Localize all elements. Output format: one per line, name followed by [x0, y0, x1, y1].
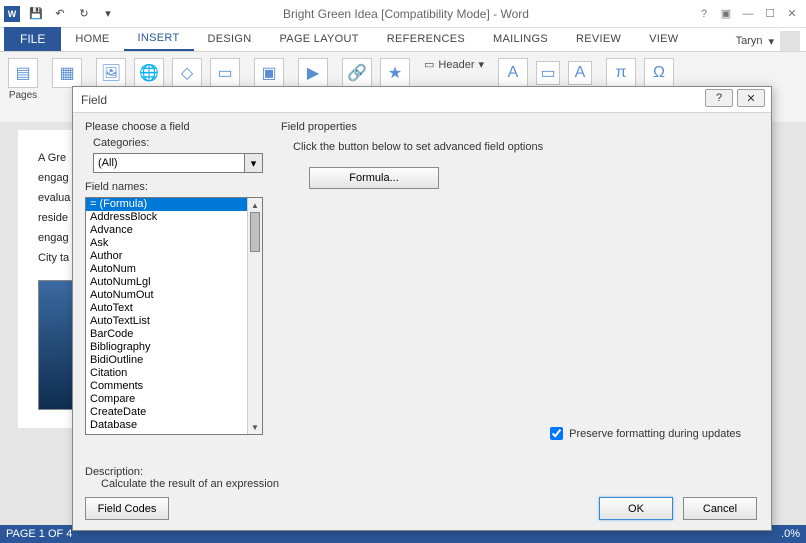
- apps-icon[interactable]: ▣: [254, 58, 284, 88]
- tab-page-layout[interactable]: PAGE LAYOUT: [265, 27, 372, 51]
- list-item[interactable]: AutoNumOut: [86, 289, 247, 302]
- close-icon[interactable]: ✕: [782, 4, 802, 24]
- word-app-icon: W: [4, 6, 20, 22]
- smartart-icon[interactable]: ▭: [210, 58, 240, 88]
- online-pictures-icon[interactable]: 🌐: [134, 58, 164, 88]
- list-item[interactable]: Citation: [86, 367, 247, 380]
- list-item[interactable]: Ask: [86, 237, 247, 250]
- list-item[interactable]: Database: [86, 419, 247, 432]
- preserve-formatting-label: Preserve formatting during updates: [569, 428, 741, 440]
- tab-file[interactable]: FILE: [4, 27, 61, 51]
- save-icon[interactable]: 💾: [26, 4, 46, 24]
- chevron-down-icon[interactable]: ▾: [244, 154, 262, 172]
- preserve-formatting-row: Preserve formatting during updates: [550, 427, 741, 440]
- user-area[interactable]: Taryn ▾: [736, 31, 806, 51]
- wordart-icon[interactable]: A: [568, 61, 592, 85]
- dialog-close-icon[interactable]: ✕: [737, 89, 765, 107]
- list-item[interactable]: AutoTextList: [86, 315, 247, 328]
- title-bar: W 💾 ↶ ↻ ▾ Bright Green Idea [Compatibili…: [0, 0, 806, 28]
- header-footer-group: ▭ Header ▾: [424, 58, 484, 71]
- tab-design[interactable]: DESIGN: [194, 27, 266, 51]
- header-button[interactable]: ▭ Header ▾: [424, 58, 484, 71]
- tab-insert[interactable]: INSERT: [124, 27, 194, 51]
- equation-icon[interactable]: π: [606, 58, 636, 88]
- fieldnames-label: Field names:: [85, 181, 263, 193]
- list-item[interactable]: Comments: [86, 380, 247, 393]
- symbol-icon[interactable]: Ω: [644, 58, 674, 88]
- online-video-icon[interactable]: ▶: [298, 58, 328, 88]
- pages-icon: ▤: [8, 58, 38, 88]
- tab-references[interactable]: REFERENCES: [373, 27, 479, 51]
- list-item[interactable]: Advance: [86, 224, 247, 237]
- window-title: Bright Green Idea [Compatibility Mode] -…: [118, 7, 694, 21]
- categories-input[interactable]: [94, 154, 244, 172]
- dialog-title: Field: [81, 93, 107, 107]
- qat-dropdown-icon[interactable]: ▾: [98, 4, 118, 24]
- preserve-formatting-checkbox[interactable]: [550, 427, 563, 440]
- window-system-buttons: ? ▣ — ☐ ✕: [694, 4, 802, 24]
- pictures-icon[interactable]: 🖼: [96, 58, 126, 88]
- scroll-thumb[interactable]: [250, 212, 260, 252]
- shapes-icon[interactable]: ◇: [172, 58, 202, 88]
- list-item[interactable]: BidiOutline: [86, 354, 247, 367]
- field-properties-hint: Click the button below to set advanced f…: [293, 141, 759, 153]
- text-box-icon[interactable]: A: [498, 58, 528, 88]
- maximize-icon[interactable]: ☐: [760, 4, 780, 24]
- ribbon-pages-group[interactable]: ▤ Pages: [8, 58, 38, 101]
- list-item[interactable]: Author: [86, 250, 247, 263]
- avatar: [780, 31, 800, 51]
- ok-button[interactable]: OK: [599, 497, 673, 520]
- field-properties-label: Field properties: [281, 121, 759, 133]
- quick-access-toolbar: 💾 ↶ ↻ ▾: [26, 4, 118, 24]
- list-item[interactable]: CreateDate: [86, 406, 247, 419]
- list-item[interactable]: AutoText: [86, 302, 247, 315]
- list-item[interactable]: AutoNumLgl: [86, 276, 247, 289]
- chevron-down-icon: ▾: [768, 35, 774, 48]
- dialog-title-bar[interactable]: Field ? ✕: [73, 87, 771, 113]
- bookmark-icon[interactable]: ★: [380, 58, 410, 88]
- zoom-indicator[interactable]: .0%: [781, 528, 800, 540]
- field-codes-button[interactable]: Field Codes: [85, 497, 169, 520]
- user-name: Taryn: [736, 35, 763, 47]
- hyperlink-icon[interactable]: 🔗: [342, 58, 372, 88]
- choose-field-label: Please choose a field: [85, 121, 263, 133]
- categories-label: Categories:: [93, 137, 263, 149]
- field-dialog: Field ? ✕ Please choose a field Categori…: [72, 86, 772, 531]
- description-text: Calculate the result of an expression: [85, 478, 279, 490]
- scrollbar[interactable]: ▲ ▼: [247, 198, 262, 434]
- pages-label: Pages: [9, 90, 37, 101]
- redo-icon[interactable]: ↻: [74, 4, 94, 24]
- help-icon[interactable]: ?: [694, 4, 714, 24]
- dialog-help-icon[interactable]: ?: [705, 89, 733, 107]
- list-item[interactable]: = (Formula): [86, 198, 247, 211]
- tab-review[interactable]: REVIEW: [562, 27, 635, 51]
- list-item[interactable]: AddressBlock: [86, 211, 247, 224]
- description-label: Description:: [85, 466, 279, 478]
- table-icon[interactable]: ▦: [52, 58, 82, 88]
- description-block: Description: Calculate the result of an …: [85, 466, 279, 490]
- page-indicator[interactable]: PAGE 1 OF 4: [6, 528, 72, 540]
- tab-home[interactable]: HOME: [61, 27, 123, 51]
- fieldnames-listbox[interactable]: = (Formula)AddressBlockAdvanceAskAuthorA…: [85, 197, 263, 435]
- list-item[interactable]: Compare: [86, 393, 247, 406]
- list-item[interactable]: BarCode: [86, 328, 247, 341]
- ribbon-options-icon[interactable]: ▣: [716, 4, 736, 24]
- tab-mailings[interactable]: MAILINGS: [479, 27, 562, 51]
- scroll-up-icon[interactable]: ▲: [248, 198, 262, 212]
- scroll-down-icon[interactable]: ▼: [248, 420, 262, 434]
- tab-view[interactable]: VIEW: [635, 27, 692, 51]
- categories-combo[interactable]: ▾: [93, 153, 263, 173]
- undo-icon[interactable]: ↶: [50, 4, 70, 24]
- minimize-icon[interactable]: —: [738, 4, 758, 24]
- formula-button[interactable]: Formula...: [309, 167, 439, 189]
- list-item[interactable]: AutoNum: [86, 263, 247, 276]
- cancel-button[interactable]: Cancel: [683, 497, 757, 520]
- list-item[interactable]: Bibliography: [86, 341, 247, 354]
- ribbon-tabs: FILE HOME INSERT DESIGN PAGE LAYOUT REFE…: [0, 28, 806, 52]
- quick-parts-icon[interactable]: ▭: [536, 61, 560, 85]
